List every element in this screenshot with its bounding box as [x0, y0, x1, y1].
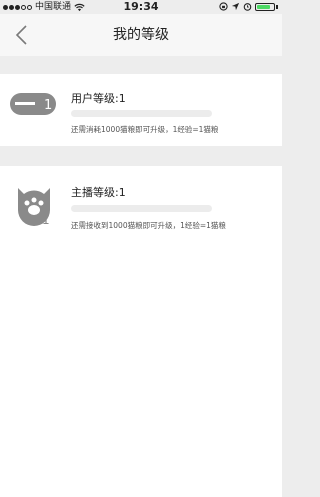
cat-badge-icon: 1	[18, 188, 50, 227]
status-bar: 中国联通 19:34	[0, 0, 282, 14]
alarm-icon	[243, 3, 252, 11]
battery-icon	[255, 2, 275, 11]
battery-fill	[257, 4, 270, 9]
svg-text:1: 1	[42, 213, 50, 227]
user-level-title: 用户等级:1	[71, 92, 126, 105]
orientation-lock-icon	[219, 2, 228, 11]
user-level-badge-icon: 1	[10, 93, 56, 115]
user-level-hint: 还需消耗1000猫粮即可升级，1经验=1猫粮	[71, 125, 219, 134]
anchor-level-hint: 还需接收到1000猫粮即可升级，1经验=1猫粮	[71, 221, 226, 230]
content-area-empty	[0, 250, 282, 497]
page-title: 我的等级	[113, 27, 169, 43]
my-level-screen: 中国联通 19:34 我的等级 1 用户等级:1 还需消耗1000猫粮即可升级，…	[0, 0, 282, 497]
status-right	[219, 2, 278, 11]
user-level-progress	[71, 110, 212, 117]
svg-text:1: 1	[44, 98, 52, 113]
nav-bar: 我的等级	[0, 14, 282, 56]
location-arrow-icon	[231, 2, 240, 11]
anchor-level-progress	[71, 205, 212, 212]
battery-cap	[276, 4, 278, 9]
anchor-level-title: 主播等级:1	[71, 186, 126, 199]
